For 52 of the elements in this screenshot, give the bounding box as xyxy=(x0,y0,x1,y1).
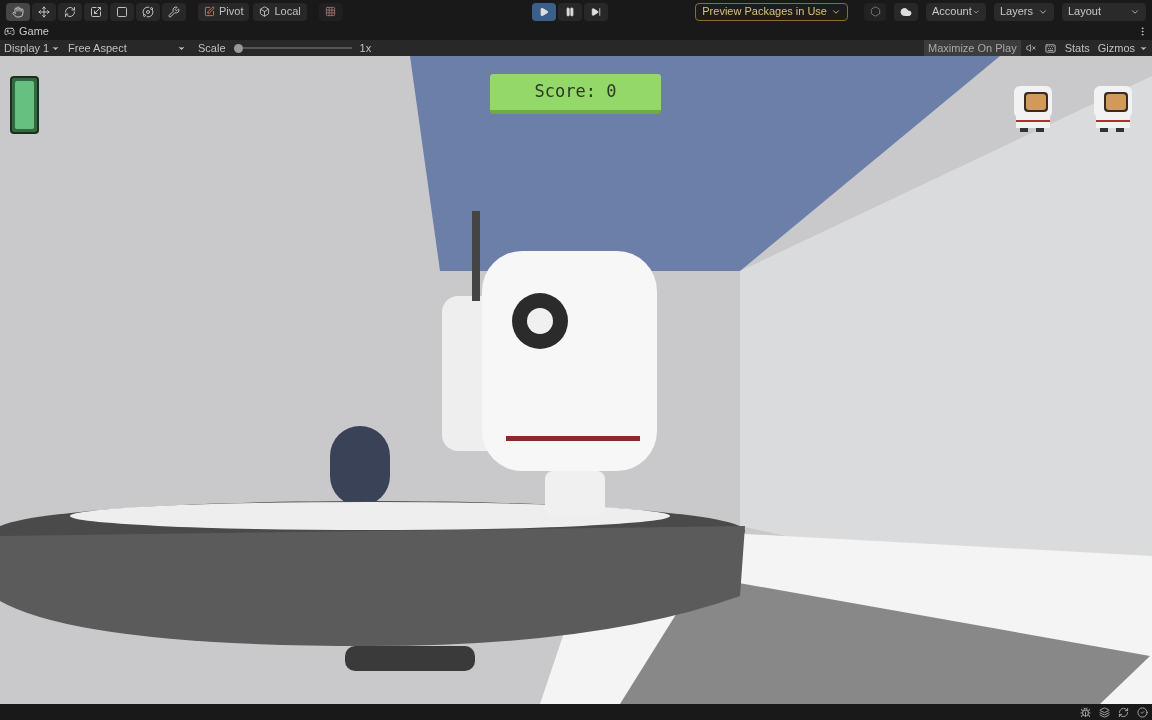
gamepad-icon xyxy=(4,26,15,37)
mute-icon xyxy=(1025,43,1036,53)
scale-reading: 1x xyxy=(359,40,372,56)
account-dropdown[interactable]: Account xyxy=(926,2,986,21)
check-icon[interactable] xyxy=(1137,706,1148,718)
keyboard-icon xyxy=(1045,42,1057,54)
transform-icon xyxy=(142,5,154,18)
step-icon xyxy=(591,6,601,17)
aspect-dropdown[interactable]: Free Aspect xyxy=(64,39,190,57)
tool-button[interactable] xyxy=(6,2,30,21)
scale-icon xyxy=(90,5,102,18)
rect-icon xyxy=(116,5,128,18)
health-bar xyxy=(10,76,39,134)
pivot-button[interactable]: Pivot xyxy=(198,2,250,21)
pause-button[interactable] xyxy=(558,2,582,21)
maximize-on-play-toggle[interactable]: Maximize On Play xyxy=(924,40,1021,56)
layout-dropdown[interactable]: Layout xyxy=(1062,2,1146,21)
move-icon xyxy=(38,5,50,18)
local-button[interactable]: Local xyxy=(253,2,307,21)
display-dropdown[interactable]: Display 1 xyxy=(0,39,64,57)
package-button[interactable] xyxy=(864,2,886,21)
tool-button[interactable] xyxy=(110,2,134,21)
stats-button[interactable]: Stats xyxy=(1060,39,1094,57)
cloud-button[interactable] xyxy=(894,2,918,21)
layers-icon[interactable] xyxy=(1099,706,1110,718)
tool-button[interactable] xyxy=(84,2,108,21)
score-text: Score: 0 xyxy=(534,80,617,104)
pause-icon xyxy=(565,6,575,17)
preview-packages-button[interactable]: Preview Packages in Use xyxy=(695,2,848,21)
refresh-icon[interactable] xyxy=(1118,706,1129,718)
cube-icon xyxy=(259,6,271,17)
debug-icon[interactable] xyxy=(1080,706,1091,718)
grid-icon xyxy=(325,6,337,17)
wrench-icon xyxy=(168,5,180,18)
gizmos-dropdown[interactable]: Gizmos xyxy=(1093,39,1152,57)
hand-icon xyxy=(12,5,24,18)
game-tab[interactable]: Game xyxy=(4,23,49,40)
package-icon xyxy=(869,6,881,17)
play-button[interactable] xyxy=(532,2,556,21)
scale-label: Scale xyxy=(198,40,226,56)
cloud-icon xyxy=(900,5,912,18)
play-icon xyxy=(539,6,549,17)
grid-snap-button[interactable] xyxy=(318,2,343,21)
rotate-icon xyxy=(64,5,76,18)
tool-button[interactable] xyxy=(58,2,82,21)
tool-button[interactable] xyxy=(136,2,160,21)
pivot-icon xyxy=(204,6,215,17)
layers-dropdown[interactable]: Layers xyxy=(994,2,1054,21)
tool-button[interactable] xyxy=(32,2,56,21)
step-button[interactable] xyxy=(584,2,608,21)
scale-slider[interactable] xyxy=(233,43,352,53)
tool-button[interactable] xyxy=(162,2,186,21)
